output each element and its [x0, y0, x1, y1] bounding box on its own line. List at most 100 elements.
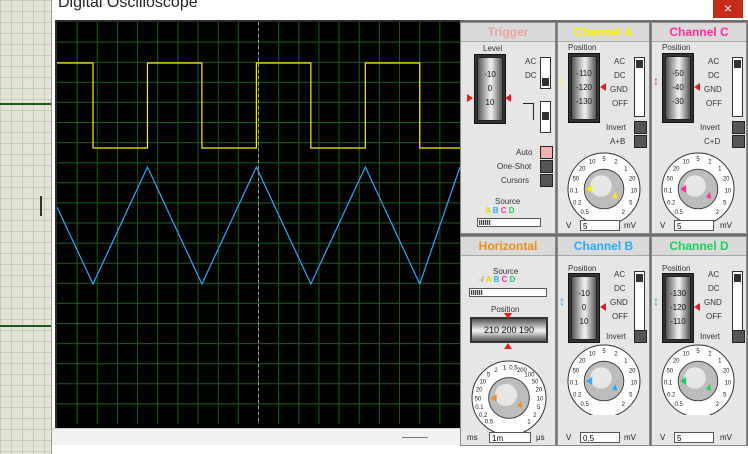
channel-b-title: Channel B: [558, 237, 649, 256]
knob-dial: 0.50.20.150201052 1 0.5 200100502010521: [471, 360, 547, 436]
dial-label: 0.5: [485, 420, 494, 426]
dial-label: 0.5: [675, 210, 684, 216]
channel-d-section: Channel D Position -130 -120 -110 ↕ AC DC GND OFF…: [651, 236, 747, 446]
knob-highlight: [494, 383, 518, 407]
dial-label: 0.1: [475, 405, 484, 411]
auto-button[interactable]: [540, 146, 553, 159]
dial-label: 50: [532, 379, 539, 385]
dial-label: 10: [589, 351, 596, 357]
channel-d-scale-field[interactable]: 5: [674, 432, 714, 443]
knob-dial: 0.50.20.1502010 5 21201052: [567, 344, 641, 418]
channel-a-invert-label: Invert: [606, 123, 627, 132]
wheel-mark: 10: [579, 317, 589, 326]
trigger-section: Trigger Level -10 0 10 AC DC Auto One-Sh…: [460, 22, 556, 234]
timebase-knob[interactable]: 0.5 0.2 0.1 50 20 10 5 2 1 0.5 200 100 50 20 10 5 2 1: [465, 355, 553, 436]
channel-b-unit-right: mV: [624, 433, 636, 442]
dial-label: 20: [476, 388, 483, 394]
wheel-mark: -130: [669, 289, 686, 298]
dial-label: 10: [479, 379, 486, 385]
timebase-value-field[interactable]: 1m: [489, 432, 531, 443]
channel-a-invert-button[interactable]: [634, 121, 647, 134]
horizontal-title: Horizontal: [461, 237, 555, 256]
channel-b-scale-field[interactable]: 0.5: [580, 432, 620, 443]
channel-b-scale-knob[interactable]: 0.5 0.2 0.1 50 20 10 5 2 1 20 10 5 2: [560, 339, 648, 418]
dial-label: 100: [524, 373, 535, 379]
trigger-source-slider[interactable]: [477, 218, 541, 227]
channel-a-coupling-switch[interactable]: [634, 57, 645, 117]
wheel-mark: -130: [575, 97, 592, 106]
close-button[interactable]: ×: [713, 0, 743, 18]
channel-c-position-wheel[interactable]: -50 -40 -30: [665, 56, 691, 120]
position-up-arrow-icon: [504, 343, 512, 349]
channel-c-section: Channel C Position -50 -40 -30 ↕ AC DC GND OFF Inv…: [651, 22, 747, 234]
dial-label: 20: [673, 166, 680, 172]
cursors-button[interactable]: [540, 174, 553, 187]
channel-a-off-label: OFF: [612, 99, 628, 108]
channel-a-marker-icon: [600, 83, 606, 91]
knob-dial: 0.50.20.1502010 5 21201052: [661, 344, 735, 418]
wheel-mark: -40: [672, 83, 684, 92]
dial-label: 20: [629, 177, 636, 183]
timebase-unit-right: μs: [536, 433, 545, 442]
channel-b-dc-label: DC: [614, 284, 626, 293]
dial-label: 0.1: [664, 381, 673, 387]
channel-b-position-wheel[interactable]: -10 0 10: [571, 276, 597, 340]
channel-c-scale-field[interactable]: 5: [674, 220, 714, 231]
channel-c-invert-button[interactable]: [732, 121, 745, 134]
trigger-edge-switch[interactable]: [540, 101, 551, 133]
horizontal-source-slider[interactable]: [469, 288, 547, 297]
dial-label: 0.1: [570, 189, 579, 195]
dial-label: 50: [572, 369, 579, 375]
channel-d-position-wheel[interactable]: -130 -120 -110: [665, 276, 691, 340]
channel-a-scale-knob[interactable]: 0.5 0.2 0.1 50 20 10 5 2 1 20 10 5 2: [560, 147, 648, 226]
channel-c-unit-right: mV: [720, 221, 732, 230]
channel-c-gnd-label: GND: [704, 85, 722, 94]
timebase-unit-left: ms: [467, 433, 478, 442]
channel-a-scale-field[interactable]: 5: [580, 220, 620, 231]
channel-a-wheel-frame: -110 -120 -130: [568, 53, 600, 123]
knob-dial: 0.50.20.1502010 5 21201052: [567, 152, 641, 226]
channel-a-dc-label: DC: [614, 71, 626, 80]
knob-highlight: [590, 175, 612, 197]
channel-d-updown-arrow-icon: ↕: [653, 294, 659, 308]
level-wheel[interactable]: -10 0 10: [477, 57, 503, 121]
wheel-mark: -120: [575, 83, 592, 92]
horizontal-source-letters: -/ A B C D: [479, 275, 516, 284]
channel-d-dc-label: DC: [708, 284, 720, 293]
level-right-arrow-icon: [505, 94, 511, 102]
wheel-mark: -10: [484, 70, 496, 79]
channel-a-position-wheel[interactable]: -110 -120 -130: [571, 56, 597, 120]
one-shot-label: One-Shot: [497, 162, 532, 171]
channel-d-off-label: OFF: [706, 312, 722, 321]
horizontal-position-wheel[interactable]: 210 200 190: [470, 317, 548, 343]
level-left-arrow-icon: [467, 94, 473, 102]
status-bar: [52, 428, 462, 445]
wheel-mark: -110: [576, 69, 592, 78]
channel-b-section: Channel B Position -10 0 10 ↕ AC DC GND OFF Invert…: [557, 236, 650, 446]
channel-b-marker-icon: [600, 303, 606, 311]
dial-label: 20: [579, 166, 586, 172]
dial-label: 20: [629, 369, 636, 375]
channel-d-marker-icon: [694, 303, 700, 311]
channel-b-coupling-switch[interactable]: [634, 271, 645, 331]
dial-label: 20: [723, 369, 730, 375]
channel-c-scale-knob[interactable]: 0.5 0.2 0.1 50 20 10 5 2 1 20 10 5 2: [654, 147, 742, 226]
dial-label: 20: [673, 358, 680, 364]
dial-label: 20: [579, 358, 586, 364]
dial-label: 0.5: [581, 402, 590, 408]
channel-d-scale-knob[interactable]: 0.5 0.2 0.1 50 20 10 5 2 1 20 10 5 2: [654, 339, 742, 418]
channel-b-off-label: OFF: [612, 312, 628, 321]
channel-c-ac-label: AC: [708, 57, 720, 66]
trigger-coupling-switch[interactable]: [540, 57, 551, 89]
wheel-mark: -110: [670, 317, 686, 326]
channel-c-unit-left: V: [660, 221, 666, 230]
channel-d-position-label: Position: [662, 264, 691, 273]
channel-c-coupling-switch[interactable]: [732, 57, 743, 117]
one-shot-button[interactable]: [540, 160, 553, 173]
edge-rising-icon: [523, 103, 534, 120]
channel-a-section: Channel A Position -110 -120 -130 ↕ AC DC GND OFF…: [557, 22, 650, 234]
channel-a-title: Channel A: [558, 23, 649, 42]
dial-label: 20: [723, 177, 730, 183]
channel-d-coupling-switch[interactable]: [732, 271, 743, 331]
channel-b-unit-left: V: [566, 433, 572, 442]
